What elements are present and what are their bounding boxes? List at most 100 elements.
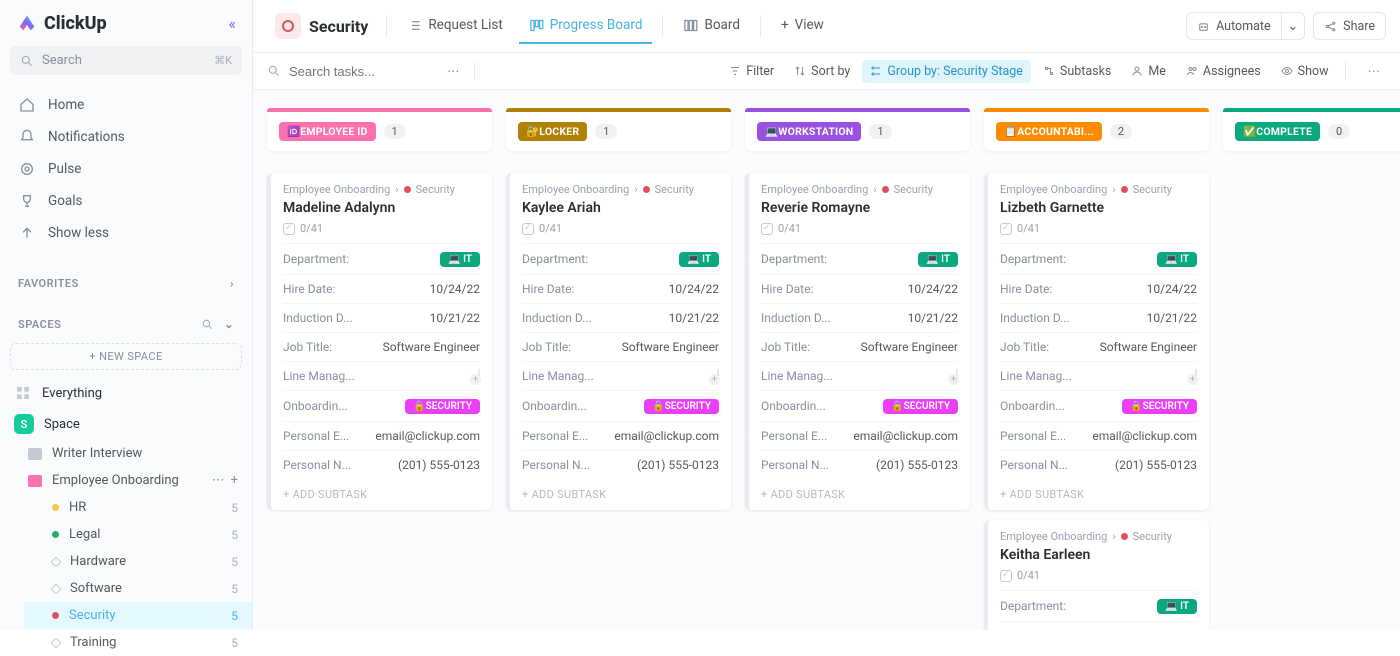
sidebar-list-software[interactable]: Software5	[24, 575, 252, 602]
field-row: Induction D...10/21/22	[522, 303, 719, 332]
folder-employee-onboarding[interactable]: Employee Onboarding ⋯ +	[12, 467, 252, 494]
trophy-icon	[18, 192, 36, 210]
plus-icon[interactable]: +	[231, 473, 238, 488]
check-icon	[761, 223, 773, 235]
me-button[interactable]: Me	[1123, 60, 1174, 83]
collapse-sidebar-icon[interactable]: «	[228, 14, 236, 33]
assignee-empty-icon[interactable]	[1195, 368, 1197, 384]
column-header[interactable]: 🔐LOCKER1	[506, 112, 731, 151]
field-row: Personal E...email@clickup.com	[761, 421, 958, 450]
search-spaces-icon[interactable]	[201, 318, 214, 331]
folder-writer-interview[interactable]: Writer Interview	[12, 440, 252, 467]
column-header[interactable]: ✅COMPLETE0	[1223, 112, 1400, 151]
breadcrumb[interactable]: Security	[267, 9, 376, 43]
pulse-icon	[18, 160, 36, 178]
sort-button[interactable]: Sort by	[786, 60, 858, 83]
group-button[interactable]: Group by: Security Stage	[862, 60, 1031, 83]
users-icon	[1186, 65, 1198, 77]
field-row: Personal E...email@clickup.com	[1000, 421, 1197, 450]
automate-dropdown[interactable]: ⌄	[1282, 12, 1305, 40]
subtask-counter: 0/41	[283, 222, 480, 235]
status-dot-icon	[52, 504, 59, 511]
view-tab-board[interactable]: Board	[673, 8, 750, 44]
assignee-empty-icon[interactable]	[717, 368, 719, 384]
search-kbd: ⌘K	[214, 54, 232, 67]
assignee-empty-icon[interactable]	[956, 368, 958, 384]
chevron-down-icon[interactable]: ⌄	[224, 318, 234, 331]
column-header[interactable]: 💻WORKSTATION1	[745, 112, 970, 151]
show-button[interactable]: Show	[1273, 60, 1337, 83]
field-row: Department:💻 IT	[522, 243, 719, 274]
search-placeholder: Search	[42, 53, 82, 68]
sidebar: ClickUp « Search ⌘K Home Notifications P…	[0, 0, 253, 630]
status-dot-icon	[882, 186, 889, 193]
field-row: Personal E...email@clickup.com	[283, 421, 480, 450]
nav-home[interactable]: Home	[0, 89, 252, 121]
logo[interactable]: ClickUp	[16, 12, 107, 34]
nav-showless[interactable]: Show less	[0, 217, 252, 249]
add-subtask-button[interactable]: ADD SUBTASK	[271, 479, 492, 510]
automate-button[interactable]: Automate	[1186, 12, 1282, 40]
nav-list: Home Notifications Pulse Goals Show less	[0, 83, 252, 255]
column-badge: 📋ACCOUNTABI...	[996, 122, 1102, 141]
field-row: Job Title:Software Engineer	[283, 332, 480, 361]
filter-button[interactable]: Filter	[721, 60, 782, 83]
share-button[interactable]: Share	[1313, 12, 1386, 40]
task-card[interactable]: Employee Onboarding›SecurityReverie Roma…	[745, 173, 970, 510]
subtasks-button[interactable]: Subtasks	[1035, 60, 1119, 83]
task-card[interactable]: Employee Onboarding›SecurityKaylee Ariah…	[506, 173, 731, 510]
sidebar-list-legal[interactable]: Legal5	[24, 521, 252, 548]
more-icon[interactable]: ⋯	[212, 473, 225, 488]
toolbar-overflow-icon[interactable]: ⋯	[1362, 59, 1387, 83]
spaces-section[interactable]: SPACES ⌄	[0, 304, 252, 337]
add-subtask-button[interactable]: ADD SUBTASK	[749, 479, 970, 510]
nav-goals[interactable]: Goals	[0, 185, 252, 217]
share-icon	[1324, 20, 1337, 33]
nav-pulse[interactable]: Pulse	[0, 153, 252, 185]
sidebar-list-hr[interactable]: HR5	[24, 494, 252, 521]
add-subtask-button[interactable]: ADD SUBTASK	[510, 479, 731, 510]
space-row[interactable]: S Space	[0, 408, 252, 440]
plus-icon: +	[781, 17, 789, 33]
field-row: Hire Date:10/24/22	[1000, 621, 1197, 630]
search-tasks-input[interactable]	[289, 64, 429, 79]
page-title: Security	[309, 17, 368, 36]
toolbar-more-icon[interactable]: ⋯	[441, 59, 466, 83]
field-row: Personal N...(201) 555-0123	[522, 450, 719, 479]
column-header[interactable]: 🆔EMPLOYEE ID1	[267, 112, 492, 151]
assignees-button[interactable]: Assignees	[1178, 60, 1269, 83]
department-tag: 💻 IT	[1157, 599, 1197, 614]
board-column: 💻WORKSTATION1 Employee Onboarding›Securit…	[745, 108, 970, 520]
favorites-section[interactable]: FAVORITES ›	[0, 263, 252, 296]
subtask-counter: 0/41	[1000, 569, 1197, 582]
column-header[interactable]: 📋ACCOUNTABI... 2	[984, 112, 1209, 151]
add-subtask-button[interactable]: ADD SUBTASK	[988, 479, 1209, 510]
sidebar-list-training[interactable]: Training5	[24, 629, 252, 656]
sidebar-list-hardware[interactable]: Hardware5	[24, 548, 252, 575]
status-dot-icon	[52, 612, 59, 619]
nav-notifications[interactable]: Notifications	[0, 121, 252, 153]
add-view-button[interactable]: + View	[771, 8, 834, 44]
new-space-button[interactable]: + NEW SPACE	[10, 343, 242, 370]
chevron-right-icon: ›	[230, 277, 234, 290]
column-count: 2	[1110, 124, 1132, 139]
list-icon	[50, 583, 61, 594]
column-count: 1	[869, 124, 891, 139]
task-card[interactable]: Employee Onboarding›SecurityKeitha Earle…	[984, 520, 1209, 630]
field-row: Hire Date:10/24/22	[1000, 274, 1197, 303]
field-row: Line Manag...	[1000, 361, 1197, 390]
card-title: Keitha Earleen	[1000, 547, 1197, 563]
everything-row[interactable]: Everything	[0, 378, 252, 408]
assignee-empty-icon[interactable]	[478, 368, 480, 384]
task-card[interactable]: Employee Onboarding›SecurityLizbeth Garn…	[984, 173, 1209, 510]
task-card[interactable]: Employee Onboarding›SecurityMadeline Ada…	[267, 173, 492, 510]
stage-tag: 🔒SECURITY	[883, 399, 958, 414]
view-tab-request-list[interactable]: Request List	[397, 8, 512, 44]
view-tab-progress-board[interactable]: Progress Board	[519, 8, 653, 44]
sidebar-list-security[interactable]: Security5	[24, 602, 252, 629]
column-count: 1	[384, 124, 406, 139]
field-row: Line Manag...	[761, 361, 958, 390]
search-tasks[interactable]	[267, 64, 429, 79]
sidebar-search[interactable]: Search ⌘K	[10, 46, 242, 75]
eye-icon	[1281, 65, 1293, 77]
